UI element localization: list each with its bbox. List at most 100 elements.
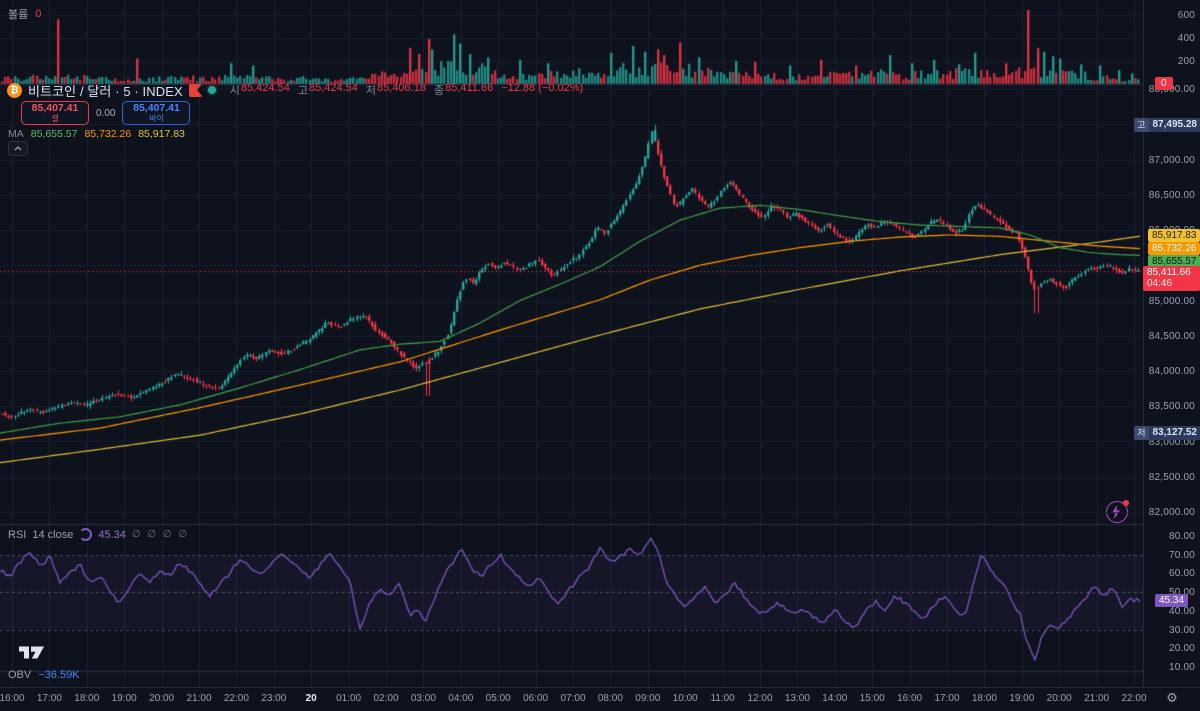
ohlc-values: 시 85,424.54 고 85,424.54 저 85,406.18 종 85,411.66… (230, 82, 583, 98)
change-value: −12.88 (−0.02%) (501, 82, 584, 94)
time-axis-label: 16:00 (0, 693, 25, 704)
buy-label: 바이 (149, 113, 164, 123)
volume-label: 볼륨 (8, 9, 29, 21)
ma-price-badge: 85,917.83 (1148, 229, 1200, 242)
time-axis-label: 20 (305, 693, 317, 704)
volume-value: 0 (35, 8, 42, 20)
last-price-value: 85,411.66 (1147, 267, 1191, 279)
time-axis-label: 22:00 (1121, 693, 1147, 704)
time-axis[interactable]: 16:00 17:00 18:00 19:00 20:00 21:00 22:00 23:00… (0, 687, 1200, 711)
ma-indicator-legend[interactable]: MA 85,655.57 85,732.26 85,917.83 (8, 128, 185, 140)
market-status-icon (207, 86, 216, 94)
sell-label: 셀 (51, 113, 59, 123)
time-axis-label: 10:00 (672, 693, 698, 704)
time-axis-label: 21:00 (1084, 693, 1110, 704)
ohlc-pair: 종 85,411.66 (433, 82, 494, 97)
time-axis-label: 04:00 (448, 693, 474, 704)
ohlc-pair: 고 85,424.54 (297, 82, 358, 97)
time-axis-label: 01:00 (336, 693, 362, 704)
rsi-loader-icon (79, 528, 93, 541)
time-axis-label: 06:00 (523, 693, 549, 704)
rsi-axis-tick: 20.00 (1168, 643, 1195, 655)
time-axis-label: 14:00 (822, 693, 848, 704)
price-axis-tick: 84,500.00 (1148, 330, 1195, 342)
obv-label: OBV (8, 669, 32, 681)
time-axis-label: 19:00 (1009, 693, 1035, 704)
obv-value: −36.59K (38, 669, 80, 681)
rsi-empty-values: ∅ ∅ ∅ ∅ (131, 529, 190, 540)
rsi-axis-tick: 60.00 (1168, 568, 1195, 580)
ma-mid-value: 85,732.26 (84, 128, 132, 140)
time-axis-label: 05:00 (485, 693, 511, 704)
time-axis-label: 17:00 (36, 693, 62, 704)
rsi-title: RSI (8, 528, 27, 541)
ma-slow-value: 85,917.83 (138, 128, 185, 140)
price-axis-tick: 82,500.00 (1148, 471, 1195, 483)
collapse-legend-button[interactable] (8, 141, 28, 156)
volume-axis-tick: 200 (1177, 55, 1195, 67)
time-axis-label: 20:00 (1046, 693, 1072, 704)
volume-indicator-legend[interactable]: 볼륨 0 (8, 6, 41, 22)
ohlc-pair: 저 85,406.18 (365, 82, 426, 97)
time-axis-label: 09:00 (635, 693, 661, 704)
trading-chart-app: { "colors": { "bg": "#0d121d", "grid_v":… (0, 0, 1200, 711)
price-axis-tick: 83,500.00 (1148, 401, 1195, 413)
ohlc-pair: 시 85,424.54 (229, 82, 290, 97)
price-axis[interactable]: 60040020088,000.0087,500.0087,000.0086,5… (1134, 0, 1200, 687)
buy-button[interactable]: 85,407.41 바이 (122, 101, 191, 125)
time-axis-label: 13:00 (784, 693, 810, 704)
tradingview-logo[interactable] (18, 645, 45, 665)
price-axis-tick: 85,000.00 (1148, 295, 1195, 307)
sell-button[interactable]: 85,407.41 셀 (21, 101, 89, 125)
rsi-axis-tick: 70.00 (1168, 549, 1195, 561)
price-axis-tick: 86,500.00 (1148, 189, 1195, 201)
symbol-title[interactable]: 비트코인 / 달러 · 5 · INDEX (28, 81, 183, 100)
index-provider-icon (188, 83, 202, 97)
time-axis-label: 12:00 (747, 693, 773, 704)
time-axis-label: 17:00 (934, 693, 960, 704)
rsi-axis-tick: 30.00 (1168, 624, 1195, 636)
symbol-row: ₿ 비트코인 / 달러 · 5 · INDEX 시 85,424.54 고 85,42… (7, 81, 583, 99)
time-axis-label: 22:00 (223, 693, 249, 704)
time-axis-label: 18:00 (971, 693, 997, 704)
price-axis-tick: 82,000.00 (1148, 507, 1195, 518)
rsi-axis-tick: 10.00 (1168, 661, 1195, 673)
price-axis-tick: 87,000.00 (1148, 154, 1195, 166)
trade-buttons: 85,407.41 셀 0.00 85,407.41 바이 (21, 101, 191, 125)
rsi-axis-tick: 40.00 (1168, 605, 1195, 617)
time-axis-label: 19:00 (111, 693, 137, 704)
volume-last-badge: 0 (1155, 77, 1173, 90)
time-axis-label: 07:00 (560, 693, 586, 704)
time-axis-label: 23:00 (261, 693, 287, 704)
time-axis-label: 20:00 (149, 693, 175, 704)
time-axis-label: 08:00 (597, 693, 623, 704)
rsi-indicator-legend[interactable]: RSI 14 close 45.34 ∅ ∅ ∅ ∅ (8, 528, 189, 541)
time-axis-label: 03:00 (410, 693, 436, 704)
time-axis-label: 18:00 (74, 693, 100, 704)
ma-fast-value: 85,655.57 (30, 128, 78, 140)
time-axis-label: 21:00 (186, 693, 212, 704)
last-price-badge: 85,411.66 04:46 (1143, 266, 1200, 292)
obv-indicator-legend[interactable]: OBV −36.59K (8, 669, 80, 681)
time-axis-label: 02:00 (373, 693, 399, 704)
high-price-badge: 고가87,495.28 (1134, 117, 1200, 132)
rsi-subtitle: 14 close (32, 528, 74, 541)
low-price-badge: 저가83,127.52 (1134, 425, 1200, 440)
ma-label: MA (8, 128, 24, 140)
bitcoin-icon: ₿ (7, 82, 22, 98)
volume-axis-tick: 400 (1177, 32, 1195, 44)
buy-price: 85,407.41 (133, 102, 180, 115)
time-axis-label: 16:00 (897, 693, 923, 704)
ma-price-badge: 85,732.26 (1148, 242, 1200, 255)
time-axis-label: 15:00 (859, 693, 885, 704)
rsi-value: 45.34 (98, 528, 126, 541)
volume-axis-tick: 600 (1177, 9, 1195, 21)
spread-value: 0.00 (96, 107, 116, 119)
rsi-axis-tick: 80.00 (1168, 531, 1195, 542)
candle-countdown: 04:46 (1147, 278, 1173, 290)
sell-price: 85,407.41 (31, 102, 79, 115)
price-axis-tick: 84,000.00 (1148, 366, 1195, 377)
time-axis-label: 11:00 (710, 693, 735, 704)
rsi-value-badge: 45.34 (1154, 593, 1188, 607)
time-axis-settings-icon[interactable]: ⚙ (1165, 692, 1179, 706)
